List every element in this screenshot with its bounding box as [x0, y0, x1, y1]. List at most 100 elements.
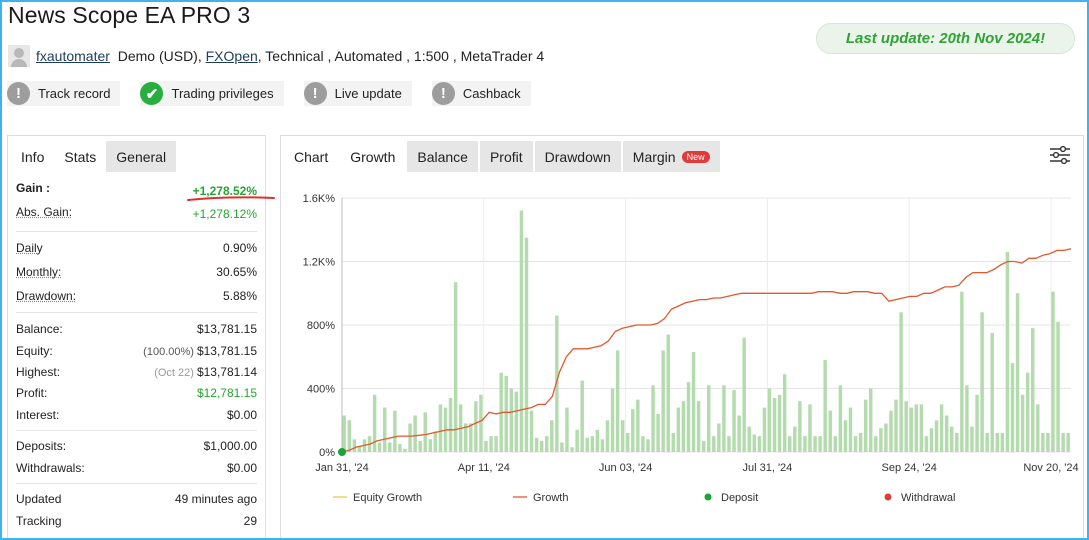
- tab-balance[interactable]: Balance: [407, 141, 478, 172]
- bar: [818, 436, 822, 452]
- bar: [823, 359, 827, 452]
- stats-panel: Info Stats General Gain : +1,278.52% Abs…: [7, 135, 275, 540]
- badge-trading-privileges[interactable]: ✔ Trading privileges: [140, 81, 284, 106]
- badge-label: Trading privileges: [171, 86, 274, 101]
- badge-track-record[interactable]: ! Track record: [7, 81, 121, 106]
- bar: [767, 388, 772, 452]
- bar: [509, 388, 514, 452]
- stat-value: $1,000.00: [203, 439, 257, 453]
- stat-label: Drawdown:: [16, 289, 77, 303]
- bar: [423, 412, 427, 452]
- bar: [524, 237, 529, 452]
- bar: [661, 350, 665, 452]
- user-avatar-icon[interactable]: [8, 45, 30, 67]
- bar: [383, 407, 387, 452]
- bar: [666, 334, 670, 452]
- tab-stats[interactable]: Stats: [54, 141, 107, 172]
- new-badge: New: [681, 150, 710, 163]
- bar: [575, 429, 579, 452]
- bar: [418, 440, 422, 452]
- bar: [1020, 394, 1025, 452]
- bar: [848, 407, 853, 452]
- bar: [413, 415, 417, 452]
- bar: [798, 401, 802, 452]
- badge-label: Live update: [334, 86, 402, 101]
- bar: [671, 432, 676, 452]
- bar: [681, 401, 686, 452]
- tab-margin[interactable]: Margin New: [622, 141, 720, 172]
- bar: [777, 394, 782, 452]
- chart-settings-icon[interactable]: [1049, 145, 1071, 165]
- exclamation-icon: !: [431, 82, 455, 105]
- bar: [560, 442, 564, 452]
- tab-general[interactable]: General: [106, 141, 177, 172]
- exclamation-icon: !: [303, 82, 327, 105]
- broker-link[interactable]: FXOpen: [206, 48, 258, 64]
- tab-margin-label: Margin: [632, 148, 676, 165]
- stat-abs-gain: Abs. Gain: +1,278.12%: [16, 203, 257, 231]
- bar: [722, 385, 726, 452]
- bar: [853, 436, 858, 452]
- bar: [342, 415, 346, 452]
- stat-value: $13,781.14: [196, 364, 257, 379]
- stat-label: Gain :: [16, 181, 51, 195]
- bar: [813, 436, 817, 452]
- equity-percent: (100.00%): [143, 345, 194, 358]
- bar: [484, 440, 488, 452]
- badge-cashback[interactable]: ! Cashback: [431, 81, 531, 106]
- tab-info[interactable]: Info: [11, 141, 55, 172]
- bar: [914, 404, 919, 452]
- bar: [565, 407, 569, 452]
- tab-chart[interactable]: Chart: [284, 141, 339, 172]
- bar: [1015, 293, 1020, 452]
- x-tick-label: Nov 20, '24: [1023, 462, 1078, 474]
- bar: [919, 404, 924, 452]
- bar: [615, 350, 620, 452]
- bar: [519, 210, 524, 452]
- bar: [762, 407, 767, 452]
- bar: [388, 442, 392, 452]
- stat-interest: Interest: $0.00: [16, 404, 257, 425]
- stat-withdrawals: Withdrawals: $0.00: [16, 457, 257, 478]
- bar: [1005, 251, 1010, 452]
- bar: [691, 351, 696, 452]
- tab-profit[interactable]: Profit: [479, 141, 533, 172]
- bar: [944, 415, 949, 452]
- bar: [1025, 372, 1030, 452]
- bar: [970, 426, 974, 452]
- bar: [1066, 432, 1070, 452]
- bar: [889, 410, 893, 452]
- badge-live-update[interactable]: ! Live update: [303, 81, 412, 106]
- badge-row: ! Track record ✔ Trading privileges ! Li…: [7, 81, 551, 106]
- y-tick-label: 1.2K%: [303, 257, 336, 269]
- tab-drawdown[interactable]: Drawdown: [534, 141, 621, 172]
- stat-deposits: Deposits: $1,000.00: [16, 431, 257, 457]
- bar: [965, 385, 969, 452]
- y-tick-label: 1.6K%: [303, 193, 336, 205]
- bar: [1046, 432, 1050, 452]
- stat-label: Equity:: [16, 343, 53, 358]
- stat-monthly: Monthly: 30.65%: [16, 259, 257, 284]
- legend-label: Withdrawal: [901, 492, 955, 504]
- x-tick-label: Sep 24, '24: [882, 462, 937, 474]
- bar: [909, 407, 913, 452]
- stat-drawdown: Drawdown: 5.88%: [16, 284, 257, 308]
- bar: [1056, 321, 1060, 452]
- bar: [939, 404, 944, 452]
- stat-label: Interest:: [16, 407, 60, 422]
- legend-swatch: [884, 493, 892, 501]
- bar: [595, 429, 600, 452]
- user-link[interactable]: fxautomater: [36, 48, 110, 64]
- bar: [874, 436, 878, 452]
- page-title: News Scope EA PRO 3: [8, 2, 251, 28]
- growth-chart: 0% 400% 800% 1.2K% 1.6K% Jan 31, '24 Apr 11, '…: [303, 193, 1079, 504]
- bar: [550, 420, 554, 452]
- bar: [600, 439, 605, 452]
- bar: [1041, 432, 1045, 452]
- bar: [788, 436, 792, 452]
- tab-growth[interactable]: Growth: [340, 141, 406, 172]
- bar: [808, 404, 812, 452]
- bar: [352, 439, 357, 452]
- stat-highest: Highest: (Oct 22) $13,781.14: [16, 361, 257, 382]
- x-tick-label: Apr 11, '24: [458, 462, 510, 474]
